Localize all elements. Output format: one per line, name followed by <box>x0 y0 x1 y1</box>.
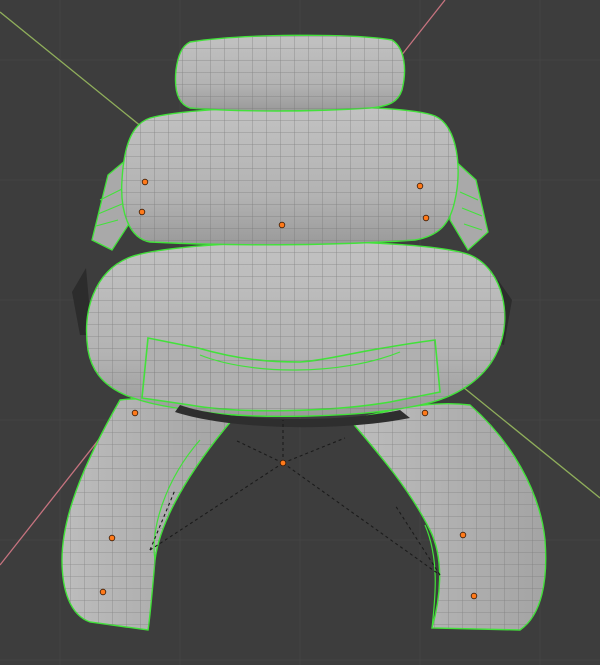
vertex-marker <box>138 208 146 216</box>
vertex-marker <box>99 588 107 596</box>
vertex-marker <box>141 178 149 186</box>
vertex-marker <box>278 221 286 229</box>
top-roll-compartment[interactable] <box>174 34 406 112</box>
vertex-marker <box>131 409 139 417</box>
vertex-marker <box>108 534 116 542</box>
vertex-marker <box>416 182 424 190</box>
viewport-canvas[interactable] <box>0 0 600 665</box>
vertex-marker <box>470 592 478 600</box>
vertex-marker <box>422 214 430 222</box>
left-shoulder-strap[interactable] <box>61 398 234 631</box>
right-shoulder-strap[interactable] <box>348 402 547 631</box>
vertex-marker <box>421 409 429 417</box>
3d-viewport[interactable] <box>0 0 600 665</box>
middle-roll-compartment[interactable] <box>121 105 459 246</box>
vertex-marker <box>459 531 467 539</box>
vertex-marker <box>279 459 287 467</box>
